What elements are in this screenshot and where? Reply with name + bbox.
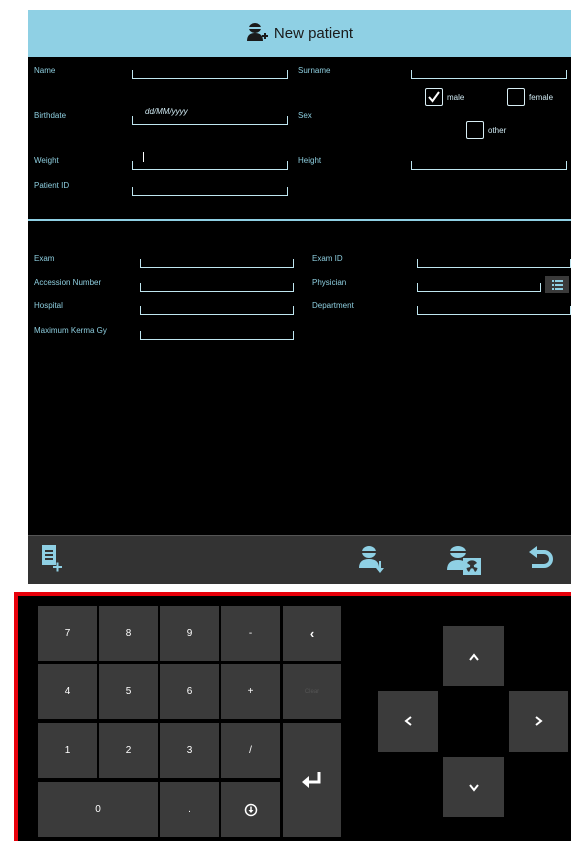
enter-key[interactable]: [283, 723, 341, 837]
department-label: Department: [312, 301, 354, 310]
exam-id-field[interactable]: [417, 259, 571, 268]
key-7[interactable]: 7: [38, 606, 97, 661]
key-2[interactable]: 2: [99, 723, 158, 778]
physician-list-button[interactable]: [545, 276, 569, 293]
chevron-up-icon: [468, 649, 479, 664]
patient-id-label: Patient ID: [34, 181, 70, 190]
chevron-right-icon: [534, 714, 543, 729]
key-9[interactable]: 9: [160, 606, 219, 661]
key-3[interactable]: 3: [160, 723, 219, 778]
text-caret: [143, 152, 144, 162]
key-5[interactable]: 5: [99, 664, 158, 719]
key-0[interactable]: 0: [38, 782, 158, 837]
clear-key[interactable]: Clear: [283, 664, 341, 719]
birthdate-label: Birthdate: [34, 111, 67, 120]
height-label: Height: [298, 156, 322, 165]
page-title: New patient: [273, 25, 354, 42]
department-field[interactable]: [417, 306, 571, 315]
maximum-kerma-field[interactable]: [140, 331, 294, 340]
weight-label: Weight: [34, 156, 59, 165]
chevron-left-icon: [404, 714, 412, 729]
sex-other-checkbox[interactable]: [466, 121, 484, 139]
physician-label: Physician: [312, 278, 347, 287]
enter-icon: [302, 772, 321, 788]
undo-icon[interactable]: [528, 544, 554, 577]
key-slash[interactable]: /: [221, 723, 280, 778]
hospital-label: Hospital: [34, 301, 63, 310]
exam-field[interactable]: [140, 259, 294, 268]
bottom-toolbar: [28, 535, 571, 584]
chevron-left-icon: ‹: [309, 626, 315, 641]
height-field[interactable]: [411, 161, 567, 170]
key-minus[interactable]: -: [221, 606, 280, 661]
arrow-left-key[interactable]: [378, 691, 438, 752]
birthdate-placeholder: dd/MM/yyyy: [145, 107, 188, 116]
accession-number-label: Accession Number: [34, 278, 102, 287]
patient-form-window: New patient Name Surname Birthdate dd/MM…: [28, 10, 571, 584]
sex-other-label: other: [488, 126, 507, 135]
name-label: Name: [34, 66, 56, 75]
list-icon: [552, 280, 563, 290]
name-field[interactable]: [132, 70, 288, 79]
arrow-down-key[interactable]: [443, 757, 504, 817]
maximum-kerma-label: Maximum Kerma Gy: [34, 326, 107, 335]
exam-id-label: Exam ID: [312, 254, 343, 263]
arrow-up-key[interactable]: [443, 626, 504, 686]
key-1[interactable]: 1: [38, 723, 97, 778]
sex-female-label: female: [529, 93, 554, 102]
sex-male-checkbox[interactable]: [425, 88, 443, 106]
sex-female-checkbox[interactable]: [507, 88, 525, 106]
surname-label: Surname: [298, 66, 331, 75]
physician-field[interactable]: [417, 283, 541, 292]
birthdate-field[interactable]: dd/MM/yyyy: [132, 107, 288, 125]
onscreen-keypad: 7 8 9 - ‹ 4 5 6 + Clear 1 2 3 / 0 .: [14, 592, 571, 841]
key-6[interactable]: 6: [160, 664, 219, 719]
patient-radiation-icon[interactable]: [446, 544, 482, 581]
accession-number-field[interactable]: [140, 283, 294, 292]
patient-download-icon[interactable]: [358, 544, 384, 579]
hospital-field[interactable]: [140, 306, 294, 315]
key-4[interactable]: 4: [38, 664, 97, 719]
key-8[interactable]: 8: [99, 606, 158, 661]
new-patient-icon: [246, 22, 268, 46]
section-divider: [28, 219, 571, 221]
backspace-key[interactable]: ‹: [283, 606, 341, 661]
sex-label: Sex: [298, 111, 312, 120]
header-title-wrap: New patient: [28, 10, 571, 57]
checkmark-icon: [428, 91, 440, 103]
sex-male-label: male: [447, 93, 465, 102]
surname-field[interactable]: [411, 70, 567, 79]
header-bar: New patient: [28, 10, 571, 57]
down-arrow-circle-key[interactable]: [221, 782, 280, 837]
weight-field[interactable]: [132, 152, 288, 170]
arrow-right-key[interactable]: [509, 691, 568, 752]
key-plus[interactable]: +: [221, 664, 280, 719]
arrow-down-circle-icon: [244, 803, 257, 816]
new-form-icon[interactable]: [41, 544, 63, 579]
patient-id-field[interactable]: [132, 187, 288, 196]
key-dot[interactable]: .: [160, 782, 219, 837]
chevron-down-icon: [468, 780, 479, 795]
exam-label: Exam: [34, 254, 55, 263]
